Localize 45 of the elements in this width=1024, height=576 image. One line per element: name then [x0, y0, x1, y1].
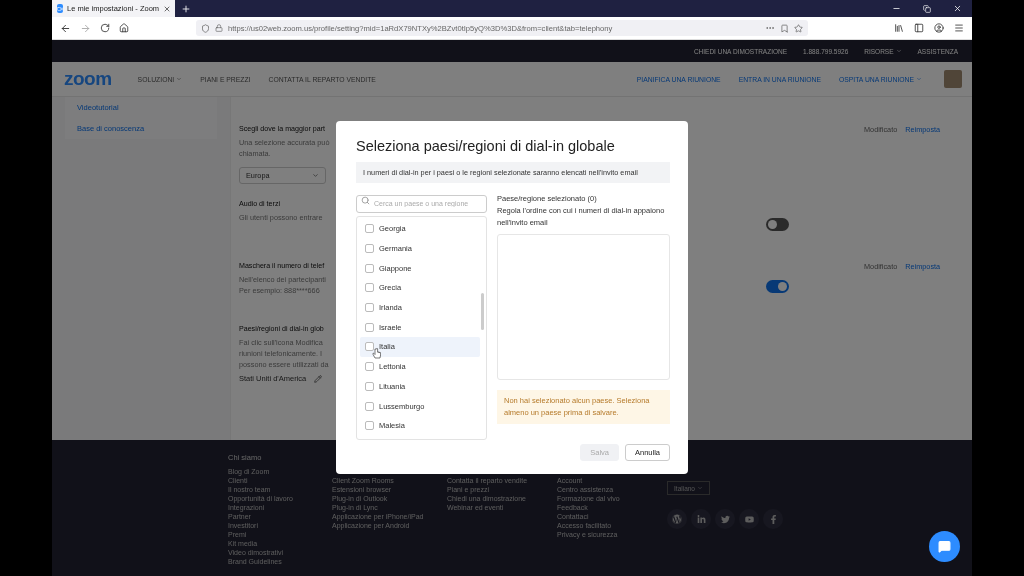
checkbox[interactable]	[365, 303, 374, 313]
caret-icon	[176, 76, 183, 82]
checkbox[interactable]	[365, 401, 374, 411]
edit-icon[interactable]	[314, 374, 323, 383]
back-icon[interactable]	[60, 22, 71, 34]
facebook-icon[interactable]	[763, 509, 783, 529]
twitter-icon[interactable]	[715, 509, 735, 529]
checkbox[interactable]	[365, 381, 374, 391]
checkbox[interactable]	[365, 263, 374, 273]
scrollbar-thumb[interactable]	[481, 293, 484, 330]
checkbox[interactable]	[365, 362, 374, 372]
home-icon[interactable]	[119, 23, 129, 33]
checkbox[interactable]	[365, 322, 374, 332]
caret-icon	[916, 76, 922, 82]
menu-icon[interactable]	[954, 23, 964, 33]
chat-icon	[938, 540, 951, 553]
restore-icon[interactable]	[923, 4, 931, 13]
checkbox[interactable]	[365, 224, 374, 234]
caret-icon	[312, 172, 319, 179]
library-icon[interactable]	[894, 23, 904, 33]
bookmark-icon[interactable]	[780, 23, 789, 33]
checkbox[interactable]	[365, 421, 374, 431]
video-camera-icon	[57, 4, 63, 13]
account-icon[interactable]	[934, 23, 944, 33]
lock-icon	[215, 24, 223, 32]
close-icon[interactable]	[163, 4, 172, 13]
sidebar-icon[interactable]	[914, 23, 924, 33]
shield-icon	[201, 23, 210, 33]
checkbox[interactable]	[365, 244, 374, 254]
logo[interactable]: zoom	[64, 68, 112, 90]
toggle-switch[interactable]	[766, 218, 789, 231]
checkbox[interactable]	[365, 283, 374, 293]
hand-cursor-icon	[372, 348, 381, 359]
modal-title: Seleziona paesi/regioni di dial-in globale	[356, 138, 616, 154]
wordpress-icon[interactable]	[667, 509, 687, 529]
caret-icon	[895, 48, 902, 54]
linkedin-icon[interactable]	[691, 509, 711, 529]
youtube-icon[interactable]	[739, 509, 759, 529]
forward-icon[interactable]	[80, 22, 91, 34]
star-icon[interactable]	[794, 23, 803, 33]
checkbox[interactable]	[365, 342, 374, 352]
reload-icon[interactable]	[100, 23, 110, 33]
toggle-switch[interactable]	[766, 280, 789, 293]
caret-icon	[697, 485, 703, 491]
close-icon[interactable]	[953, 4, 962, 13]
